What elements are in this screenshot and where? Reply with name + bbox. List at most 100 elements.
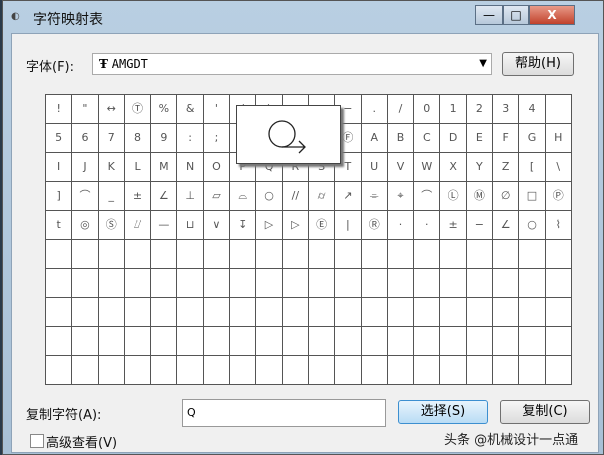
char-cell[interactable] [545, 327, 572, 356]
char-cell[interactable] [124, 298, 152, 327]
char-cell[interactable]: / [387, 95, 415, 124]
char-cell[interactable] [308, 269, 336, 298]
select-button[interactable]: 选择(S) [398, 400, 488, 424]
char-cell[interactable] [151, 240, 178, 269]
char-cell[interactable]: ↔ [98, 95, 125, 124]
char-cell[interactable]: ! [46, 95, 73, 124]
char-cell[interactable] [98, 240, 125, 269]
char-cell[interactable]: 4 [519, 95, 546, 124]
char-cell[interactable]: U [361, 153, 388, 182]
chevron-down-icon[interactable]: ▼ [479, 54, 487, 74]
char-cell[interactable]: W [414, 153, 441, 182]
char-cell[interactable] [46, 269, 73, 298]
char-cell[interactable]: 0 [414, 95, 441, 124]
char-cell[interactable] [230, 327, 257, 356]
char-cell[interactable]: ∠ [151, 182, 178, 211]
char-cell[interactable]: ⌖ [387, 182, 415, 211]
char-cell[interactable] [545, 95, 572, 124]
char-cell[interactable]: ↗ [335, 182, 362, 211]
char-cell[interactable] [361, 240, 388, 269]
char-cell[interactable]: ⌰ [124, 211, 152, 240]
char-cell[interactable] [72, 240, 99, 269]
char-cell[interactable] [335, 327, 362, 356]
char-cell[interactable]: 7 [98, 124, 125, 153]
char-cell[interactable] [203, 269, 231, 298]
char-cell[interactable] [387, 298, 415, 327]
char-cell[interactable]: Z [493, 153, 520, 182]
char-cell[interactable] [308, 240, 336, 269]
char-cell[interactable]: 1 [440, 95, 467, 124]
char-cell[interactable] [282, 356, 309, 385]
char-cell[interactable] [177, 327, 204, 356]
char-cell[interactable]: ± [440, 211, 467, 240]
char-cell[interactable] [466, 356, 494, 385]
char-cell[interactable]: J [72, 153, 99, 182]
char-cell[interactable]: N [177, 153, 204, 182]
char-cell[interactable] [414, 269, 441, 298]
char-cell[interactable] [308, 298, 336, 327]
char-cell[interactable] [72, 327, 99, 356]
char-cell[interactable]: X [440, 153, 467, 182]
char-cell[interactable]: ] [46, 182, 73, 211]
char-cell[interactable]: K [98, 153, 125, 182]
char-cell[interactable] [545, 269, 572, 298]
char-cell[interactable] [466, 298, 494, 327]
char-cell[interactable]: & [177, 95, 204, 124]
char-cell[interactable]: V [387, 153, 415, 182]
char-cell[interactable] [151, 327, 178, 356]
char-cell[interactable]: ⊔ [177, 211, 204, 240]
char-cell[interactable] [177, 240, 204, 269]
char-cell[interactable] [414, 240, 441, 269]
char-cell[interactable] [308, 356, 336, 385]
char-cell[interactable] [282, 327, 309, 356]
char-cell[interactable]: ⌒ [414, 182, 441, 211]
char-cell[interactable] [203, 298, 231, 327]
char-cell[interactable]: _ [98, 182, 125, 211]
char-cell[interactable]: ± [124, 182, 152, 211]
char-cell[interactable] [256, 356, 283, 385]
char-cell[interactable] [545, 240, 572, 269]
char-cell[interactable] [282, 240, 309, 269]
char-cell[interactable] [545, 298, 572, 327]
char-cell[interactable]: Ⓔ [308, 211, 336, 240]
char-cell[interactable]: 9 [151, 124, 178, 153]
char-cell[interactable]: 6 [72, 124, 99, 153]
char-cell[interactable]: M [151, 153, 178, 182]
char-cell[interactable]: ▷ [282, 211, 309, 240]
char-cell[interactable] [519, 356, 546, 385]
maximize-button[interactable]: □ [503, 5, 529, 25]
char-cell[interactable]: t [46, 211, 73, 240]
char-cell[interactable] [98, 327, 125, 356]
char-cell[interactable] [387, 356, 415, 385]
char-cell[interactable]: ⌇ [545, 211, 572, 240]
char-cell[interactable] [46, 356, 73, 385]
char-cell[interactable]: ○ [519, 211, 546, 240]
char-cell[interactable] [466, 240, 494, 269]
char-cell[interactable] [151, 356, 178, 385]
char-cell[interactable]: — [151, 211, 178, 240]
char-cell[interactable] [230, 298, 257, 327]
char-cell[interactable] [124, 269, 152, 298]
char-cell[interactable] [387, 327, 415, 356]
char-cell[interactable] [414, 356, 441, 385]
char-cell[interactable]: ⌒ [72, 182, 99, 211]
char-cell[interactable] [361, 356, 388, 385]
char-cell[interactable] [256, 327, 283, 356]
char-cell[interactable]: % [151, 95, 178, 124]
char-cell[interactable]: : [177, 124, 204, 153]
char-cell[interactable] [440, 298, 467, 327]
char-cell[interactable] [177, 298, 204, 327]
char-cell[interactable] [493, 269, 520, 298]
char-cell[interactable]: ' [203, 95, 231, 124]
char-cell[interactable] [177, 356, 204, 385]
help-button[interactable]: 帮助(H) [502, 52, 574, 76]
char-cell[interactable] [46, 240, 73, 269]
char-cell[interactable]: F [493, 124, 520, 153]
char-cell[interactable] [361, 269, 388, 298]
char-cell[interactable] [466, 327, 494, 356]
char-cell[interactable]: Y [466, 153, 494, 182]
char-cell[interactable]: D [440, 124, 467, 153]
char-cell[interactable] [98, 269, 125, 298]
copy-chars-input[interactable]: Q [182, 399, 386, 427]
font-select[interactable]: Ŧ AMGDT ▼ [92, 53, 492, 75]
